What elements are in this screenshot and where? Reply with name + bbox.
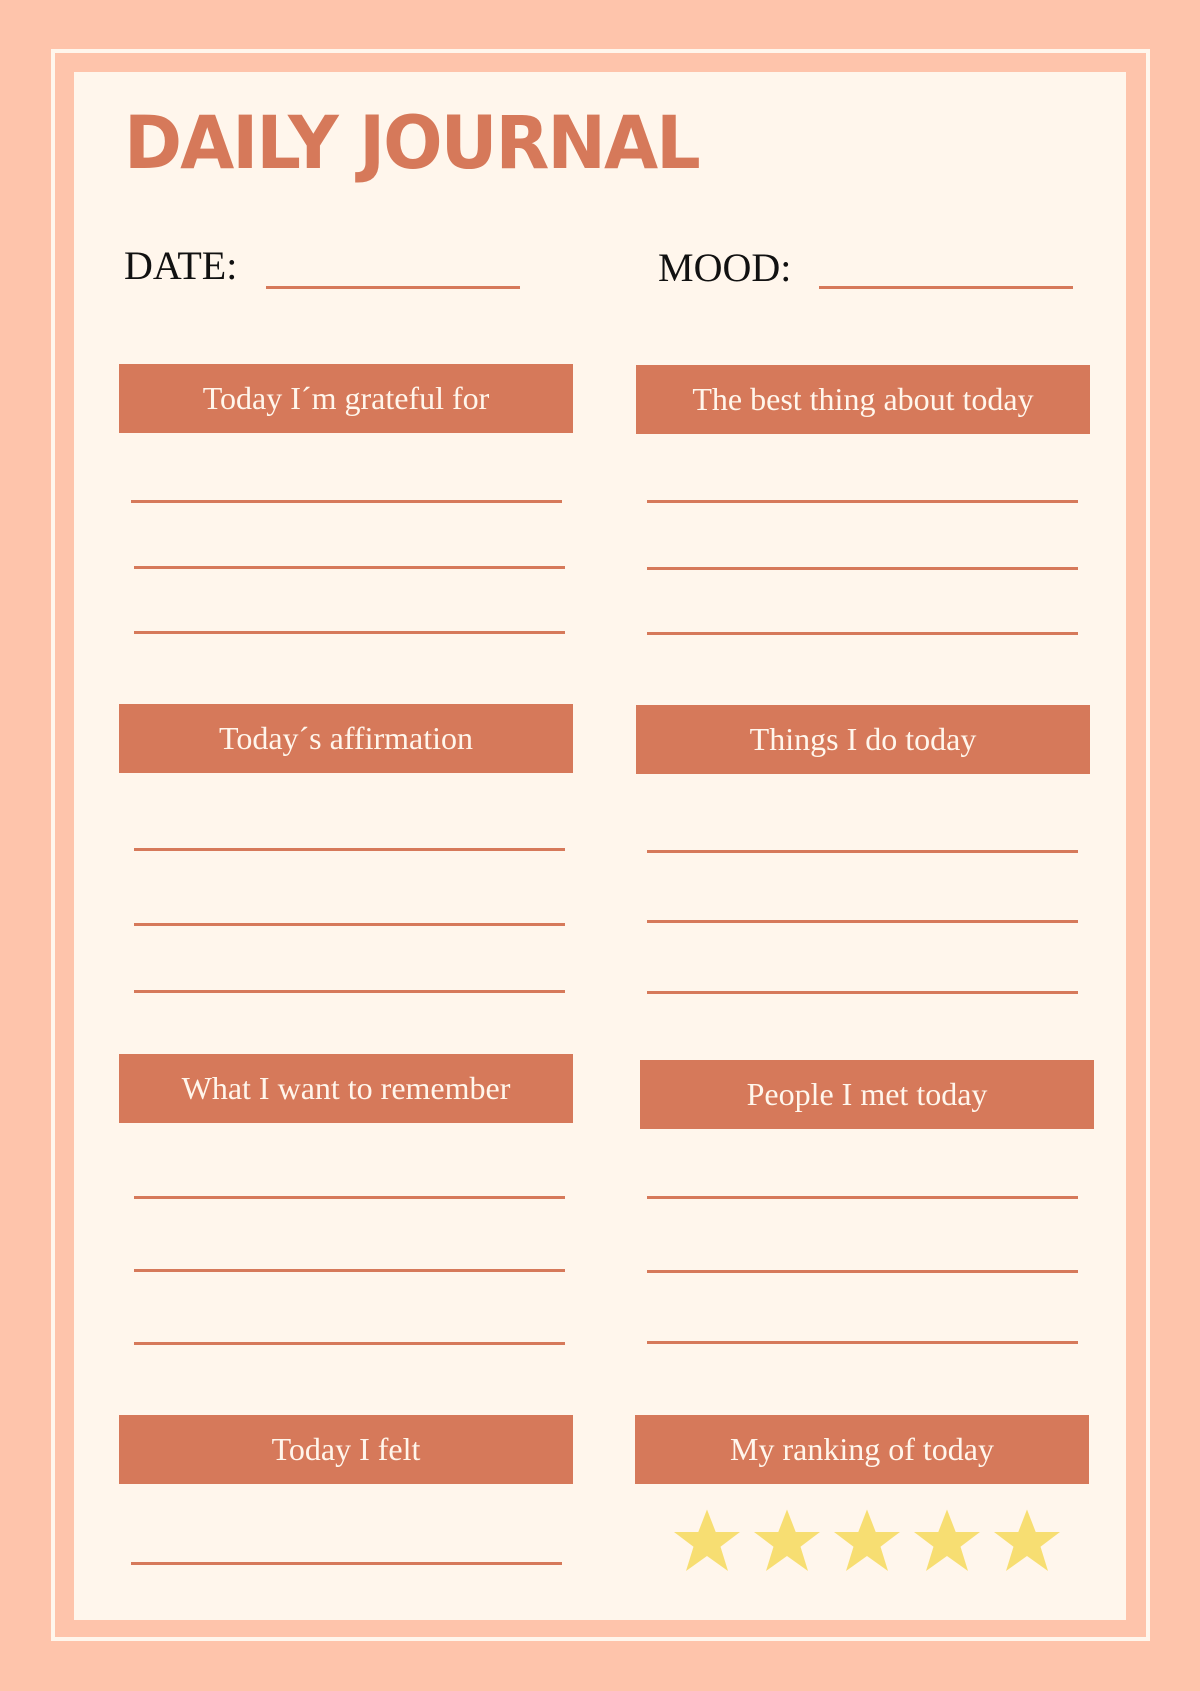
writing-line[interactable] [134,566,565,569]
writing-line[interactable] [647,1341,1078,1344]
writing-line[interactable] [647,920,1078,923]
writing-line[interactable] [647,1270,1078,1273]
date-label: DATE: [124,243,238,288]
writing-line[interactable] [134,1196,565,1199]
mood-label: MOOD: [658,245,792,290]
writing-line[interactable] [134,1342,565,1345]
writing-line[interactable] [131,500,562,503]
section-header-affirmation: Today´s affirmation [119,704,573,773]
star-icon[interactable] [911,1505,983,1577]
section-header-felt: Today I felt [119,1415,573,1484]
section-header-remember: What I want to remember [119,1054,573,1123]
mood-input-line[interactable] [819,286,1073,289]
writing-line[interactable] [647,500,1078,503]
star-icon[interactable] [751,1505,823,1577]
writing-line[interactable] [134,1269,565,1272]
writing-line[interactable] [647,850,1078,853]
page-title: DAILY JOURNAL [124,99,701,187]
writing-line[interactable] [647,1196,1078,1199]
section-header-ranking: My ranking of today [635,1415,1089,1484]
star-icon[interactable] [671,1505,743,1577]
writing-line[interactable] [134,631,565,634]
writing-line[interactable] [647,567,1078,570]
star-icon[interactable] [991,1505,1063,1577]
section-header-people-met: People I met today [640,1060,1094,1129]
writing-line[interactable] [134,923,565,926]
writing-line[interactable] [134,990,565,993]
star-icon[interactable] [831,1505,903,1577]
writing-line[interactable] [134,848,565,851]
journal-page [74,72,1126,1620]
ranking-stars [671,1505,1063,1577]
writing-line[interactable] [647,991,1078,994]
writing-line[interactable] [647,632,1078,635]
section-header-best-thing: The best thing about today [636,365,1090,434]
writing-line[interactable] [131,1562,562,1565]
date-input-line[interactable] [266,286,520,289]
section-header-things-i-do: Things I do today [636,705,1090,774]
section-header-grateful: Today I´m grateful for [119,364,573,433]
